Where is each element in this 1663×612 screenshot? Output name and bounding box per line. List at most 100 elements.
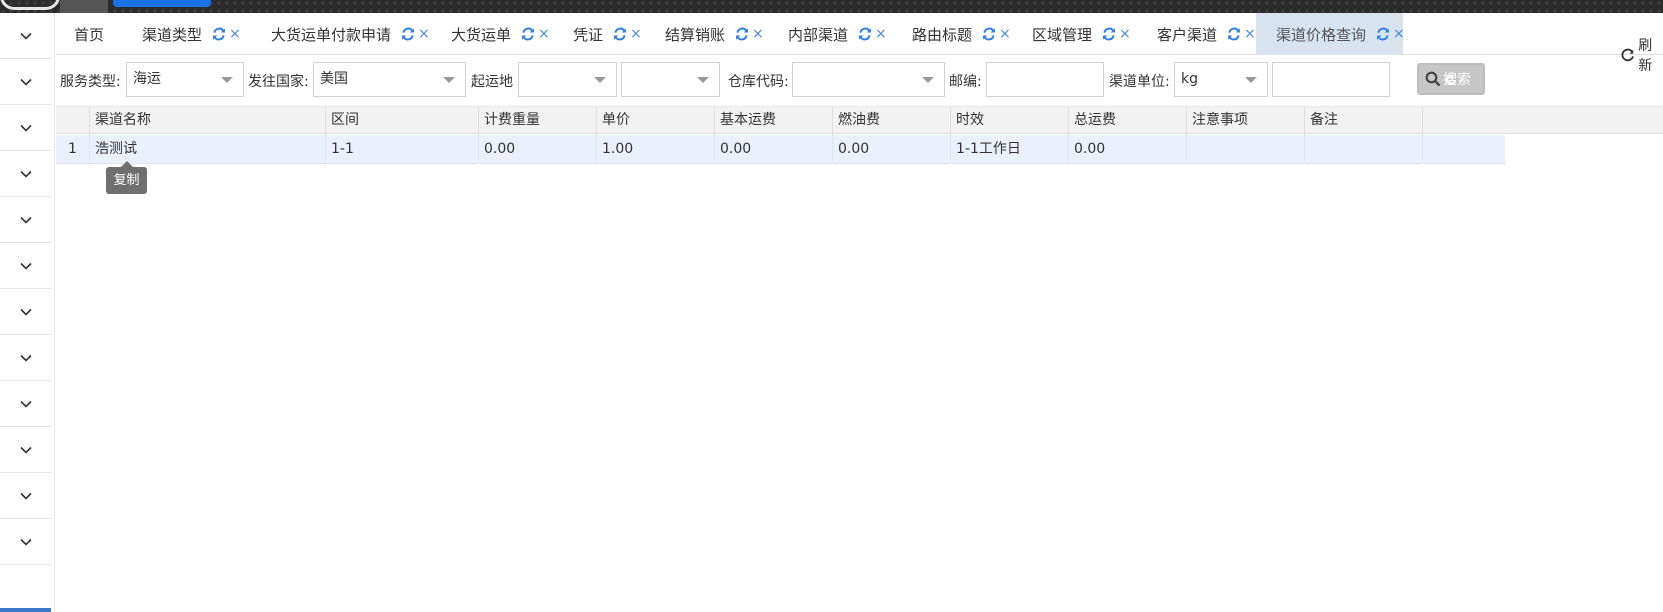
table-row[interactable]: 1 浩测试 1-1 0.00 1.00 0.00 0.00 1-1工作日 0.00 xyxy=(56,135,1505,164)
grid-header-rownum xyxy=(56,107,90,135)
grid-header-cell[interactable]: 计费重量 xyxy=(479,107,597,135)
warehouse-select[interactable] xyxy=(792,62,945,97)
table-cell[interactable]: 0.00 xyxy=(715,135,833,164)
refresh-icon[interactable] xyxy=(212,27,226,41)
grid-header-cell[interactable]: 总运费 xyxy=(1069,107,1187,135)
close-icon[interactable]: × xyxy=(418,26,430,42)
refresh-icon[interactable] xyxy=(858,27,872,41)
grid-header-cell[interactable]: 单价 xyxy=(597,107,715,135)
chevron-down-icon xyxy=(19,308,32,316)
logo xyxy=(0,0,60,10)
service-type-select[interactable]: 海运 xyxy=(126,62,244,97)
tab-4[interactable]: 凭证 × xyxy=(553,13,645,55)
tab-10[interactable]: 渠道价格查询 × xyxy=(1256,13,1405,55)
top-banner xyxy=(0,0,1663,13)
chevron-down-icon xyxy=(19,262,32,270)
extra-input[interactable] xyxy=(1272,62,1390,97)
tab-2[interactable]: 大货运单付款申请 × xyxy=(251,13,431,55)
zip-label: 邮编: xyxy=(949,74,982,90)
close-icon[interactable]: × xyxy=(229,26,241,42)
refresh-icon[interactable] xyxy=(1376,27,1390,41)
table-cell[interactable]: 1.00 xyxy=(597,135,715,164)
tab-label: 内部渠道 xyxy=(788,25,849,44)
tab-5[interactable]: 结算销账 × xyxy=(645,13,768,55)
sidebar-item[interactable] xyxy=(0,197,51,243)
country-select[interactable]: 美国 xyxy=(313,62,466,97)
refresh-icon[interactable] xyxy=(735,27,749,41)
chevron-down-icon xyxy=(697,77,709,83)
tab-label: 首页 xyxy=(74,25,105,44)
tab-3[interactable]: 大货运单 × xyxy=(431,13,553,55)
close-icon[interactable]: × xyxy=(1393,26,1405,42)
tab-label: 凭证 xyxy=(573,25,604,44)
sidebar-item[interactable] xyxy=(0,335,51,381)
row-number: 1 xyxy=(56,135,90,164)
table-cell[interactable]: 0.00 xyxy=(1069,135,1187,164)
sidebar-item[interactable] xyxy=(0,289,51,335)
close-icon[interactable]: × xyxy=(875,26,887,42)
sidebar-item[interactable] xyxy=(0,59,51,105)
loading-icon xyxy=(1446,74,1456,85)
banner-button[interactable] xyxy=(113,0,211,7)
grid-header-cell[interactable]: 基本运费 xyxy=(715,107,833,135)
close-icon[interactable]: × xyxy=(538,26,550,42)
tab-label: 渠道类型 xyxy=(142,25,203,44)
chevron-down-icon xyxy=(443,77,455,83)
copy-tooltip[interactable]: 复制 xyxy=(106,161,147,194)
unit-select[interactable]: kg xyxy=(1174,62,1268,97)
origin-sub-select[interactable] xyxy=(621,62,720,97)
table-cell[interactable] xyxy=(1305,135,1423,164)
sidebar-item[interactable] xyxy=(0,427,51,473)
sidebar-item[interactable] xyxy=(0,243,51,289)
grid-header-cell[interactable]: 备注 xyxy=(1305,107,1423,135)
sidebar-item[interactable] xyxy=(0,473,51,519)
table-cell[interactable]: 0.00 xyxy=(833,135,951,164)
close-icon[interactable]: × xyxy=(999,26,1011,42)
sidebar-item[interactable] xyxy=(0,13,51,59)
search-icon xyxy=(1425,71,1441,87)
sidebar xyxy=(0,13,55,612)
grid-header-cell[interactable]: 注意事项 xyxy=(1187,107,1305,135)
origin-select[interactable] xyxy=(518,62,617,97)
grid-header-cell[interactable]: 时效 xyxy=(951,107,1069,135)
zip-input[interactable] xyxy=(986,62,1104,97)
tab-9[interactable]: 客户渠道 × xyxy=(1137,13,1256,55)
chevron-down-icon xyxy=(19,170,32,178)
tab-7[interactable]: 路由标题 × xyxy=(892,13,1012,55)
chevron-down-icon xyxy=(19,124,32,132)
sidebar-item[interactable] xyxy=(0,151,51,197)
sidebar-active-indicator xyxy=(0,608,51,612)
country-value: 美国 xyxy=(320,71,348,87)
close-icon[interactable]: × xyxy=(630,26,642,42)
refresh-icon[interactable] xyxy=(401,27,415,41)
close-icon[interactable]: × xyxy=(1244,26,1256,42)
tab-8[interactable]: 区域管理 × xyxy=(1012,13,1137,55)
refresh-icon[interactable] xyxy=(982,27,996,41)
filter-bar: 服务类型: 海运 发往国家: 美国 起运地 仓库代码: 邮编: 渠道单位: kg… xyxy=(56,56,1663,102)
search-button[interactable]: 搜索 xyxy=(1417,63,1485,95)
grid-header-cell[interactable]: 区间 xyxy=(326,107,479,135)
refresh-icon[interactable] xyxy=(1227,27,1241,41)
sidebar-item[interactable] xyxy=(0,519,51,565)
table-cell[interactable]: 浩测试 xyxy=(90,135,326,164)
sidebar-item[interactable] xyxy=(0,105,51,151)
sidebar-item[interactable] xyxy=(0,381,51,427)
grid-header-cell[interactable]: 燃油费 xyxy=(833,107,951,135)
tab-1[interactable]: 渠道类型 × xyxy=(122,13,251,55)
table-cell[interactable]: 0.00 xyxy=(479,135,597,164)
grid-header-cell[interactable]: 渠道名称 xyxy=(90,107,326,135)
table-cell[interactable]: 1-1 xyxy=(326,135,479,164)
tab-0[interactable]: 首页 xyxy=(56,13,122,55)
tab-label: 大货运单付款申请 xyxy=(271,25,392,44)
table-cell[interactable] xyxy=(1187,135,1305,164)
close-icon[interactable]: × xyxy=(1119,26,1131,42)
tab-6[interactable]: 内部渠道 × xyxy=(768,13,892,55)
chevron-down-icon xyxy=(19,446,32,454)
service-type-value: 海运 xyxy=(133,71,161,87)
refresh-icon[interactable] xyxy=(613,27,627,41)
refresh-icon[interactable] xyxy=(521,27,535,41)
refresh-icon[interactable] xyxy=(1102,27,1116,41)
chevron-down-icon xyxy=(19,354,32,362)
table-cell[interactable]: 1-1工作日 xyxy=(951,135,1069,164)
close-icon[interactable]: × xyxy=(752,26,764,42)
